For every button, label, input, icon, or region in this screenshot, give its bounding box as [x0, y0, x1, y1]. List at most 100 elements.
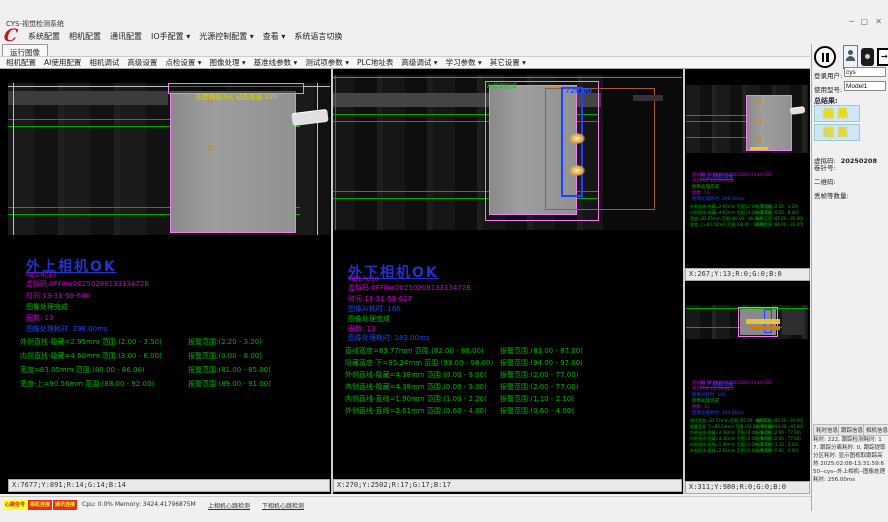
toolbar-advanced-settings[interactable]: 高级设置 [127, 57, 157, 68]
panel-tab-track-info[interactable]: 跟踪信息 [838, 424, 866, 436]
status-bar: 心跳信号 相机连接 通讯连接 Cpu: 0.0% Memory: 3424.41… [0, 496, 811, 511]
measurement-alarm: 报警范围:(89.00 - 91.00) [188, 379, 271, 389]
measurement-alarm: 报警范围:(89.00 - 91.00) [756, 222, 803, 228]
toolbar-advanced-debug[interactable]: 高级调试 ▾ [401, 57, 437, 68]
close-button[interactable]: ✕ [875, 17, 882, 27]
toolbar-camera-debug[interactable]: 相机调试 [89, 57, 119, 68]
model-input[interactable] [844, 81, 886, 91]
left-time: 时间:13-31-59-600 [26, 291, 90, 301]
menu-comm-config[interactable]: 通讯配置 [110, 31, 142, 42]
toolbar-image-process[interactable]: 图像处理 ▾ [210, 57, 246, 68]
left-barcode: 虚拟码:0FFiIiw2025020813313472B [26, 279, 149, 289]
maximize-button[interactable]: ▢ [860, 17, 868, 27]
result-box-upper: 结果 [814, 105, 860, 122]
toolbar-other-settings[interactable]: 其它设置 ▾ [490, 57, 526, 68]
app-logo-icon: C [3, 26, 19, 46]
measurement-alarm: 报警范围:(81.00 - 85.00) [188, 365, 271, 375]
result-box-lower: 结果 [814, 124, 860, 141]
menu-system-config[interactable]: 系统配置 [28, 31, 60, 42]
menu-language[interactable]: 系统语言切换 [294, 31, 342, 42]
measurement-value: 外侧直线-直线=2.61mm 范围:(0.60 - 4.00) [345, 406, 487, 416]
menu-io-config[interactable]: IO手配置 ▾ [151, 31, 190, 42]
pause-icon [822, 53, 825, 62]
blue-measure-value: 728.80 [565, 87, 592, 95]
lower-camera-heartbeat-link[interactable]: 下相机心跳检测 [262, 501, 304, 510]
left-mes-line: MES:R017 [26, 272, 56, 279]
left-elapsed: 图像处理耗时: 298.00ms [26, 324, 108, 334]
gear-icon [865, 54, 870, 59]
measurement-alarm: 报警范围:(1.10 - 2.10) [500, 394, 574, 404]
center-camera-image[interactable]: AI检测区域 728.80 [333, 75, 682, 230]
measurement-value: 外侧直线-隐藏=2.95mm 范围:(2.00 - 3.50) [20, 337, 162, 347]
measurement-alarm: 报警范围:(0.60 - 4.00) [500, 406, 574, 416]
mini-lower-camera-image[interactable] [686, 305, 808, 339]
measurement-alarm: 报警范围:(0.00 - 8.00) [188, 351, 262, 361]
mark-square [756, 137, 761, 142]
measurement-alarm: 报警范围:(2.20 - 3.20) [188, 337, 262, 347]
toolbar-spot-check[interactable]: 点检设置 ▾ [165, 57, 201, 68]
measurement-value: 宽度=83.05mm 范围:(80.00 - 86.00) [20, 365, 145, 375]
center-coord-text: X:270;Y:2502;R:17;G:17;B:17 [337, 481, 451, 489]
lost-frames-label: 丢帧等数量: [814, 190, 849, 200]
comm-status-badge: 通讯连接 [53, 500, 77, 510]
threshold-overlay: 灰度阈值:93, 动态阈值:100 [168, 83, 304, 94]
toolbar-camera-config[interactable]: 相机配置 [6, 57, 36, 68]
needle-label: 卷针号: [814, 162, 836, 172]
mini-upper-camera-image[interactable] [686, 85, 808, 153]
mark-yellow [750, 147, 768, 150]
mini1-coord-text: X:267;Y:13;R:0;G:0;B:0 [689, 270, 782, 278]
camera-status-badge: 相机连接 [28, 500, 52, 510]
highlight-spot [569, 165, 585, 176]
qr-label: 二维码: [814, 176, 836, 186]
toolbar-test-params[interactable]: 测试项参数 ▾ [305, 57, 349, 68]
mini2-coord-bar: X:311;Y:980;R:0;G:0;B:0 [685, 481, 810, 494]
pause-button[interactable] [814, 46, 836, 68]
mini2-elapsed: 图像处理耗时: 183.00ms [692, 410, 744, 416]
left-coord-bar: X:7677;Y:891;R:14;G:14;B:14 [8, 479, 330, 492]
menu-bar: 系统配置 相机配置 通讯配置 IO手配置 ▾ 光源控制配置 ▾ 查看 ▾ 系统语… [28, 28, 342, 44]
ai-region-label: AI检测区域 [487, 81, 517, 90]
measurement-value: 隐藏宽度-下=95.24mm 范围:(93.00 - 98.00) [345, 358, 493, 368]
highlight-spot [750, 326, 780, 330]
toolbar-baseline-params[interactable]: 基准线参数 ▾ [254, 57, 298, 68]
exit-button[interactable]: → [877, 48, 888, 66]
login-user-input[interactable] [844, 67, 886, 77]
measurement-value: 内侧直线-直线=1.90mm 范围:(1.00 - 2.20) [345, 394, 487, 404]
menu-camera-config[interactable]: 相机配置 [69, 31, 101, 42]
measurement-value: 内侧直线-隐藏=4.60mm 范围:(3.00 - 6.00) [20, 351, 162, 361]
toolbar: 相机配置 AI使用配置 相机调试 高级设置 点检设置 ▾ 图像处理 ▾ 基准线参… [0, 56, 810, 69]
panel-tab-camera-info[interactable]: 相机信息 [863, 424, 888, 436]
logout-arrow-icon: → [881, 53, 888, 61]
machinery-detail [633, 95, 663, 101]
minimize-button[interactable]: ─ [849, 17, 854, 27]
panel-barcode-value: 20250208 [841, 157, 877, 165]
left-result-ok: OK [90, 259, 117, 275]
measurement-value: 直线宽度=83.77mm 范围:(82.00 - 88.00) [345, 346, 484, 356]
panel-log-text[interactable]: 耗时: 222, 跟踪检测耗时: 17, 跟踪分离耗时: 0, 跟踪提取分区耗时… [813, 436, 886, 484]
measurement-value: 外侧直线-隐藏=4.38mm 范围:(0.00 - 9.00) [345, 370, 487, 380]
user-login-button[interactable] [843, 45, 858, 69]
mark-square [756, 99, 761, 104]
login-user-label: 登录用户: [814, 70, 842, 80]
left-coord-text: X:7677;Y:891;R:14;G:14;B:14 [12, 481, 126, 489]
measurement-alarm: 报警范围:(2.00 - 77.00) [500, 382, 578, 392]
toolbar-ai-config[interactable]: AI使用配置 [44, 57, 81, 68]
measurement-value: 内侧直线-隐藏=4.38mm 范围:(0.00 - 9.00) [345, 382, 487, 392]
left-turns: 圈数: 13 [26, 313, 54, 323]
toolbar-learn-params[interactable]: 学习参数 ▾ [446, 57, 482, 68]
panel-tab-time-info[interactable]: 耗时信息 [813, 424, 841, 436]
center-barcode: 虚拟码:0FFiIiw2025020813313472B [348, 283, 471, 293]
pause-icon [826, 53, 829, 62]
menu-light-config[interactable]: 光源控制配置 ▾ [199, 31, 254, 42]
toolbar-plc-table[interactable]: PLC地址表 [357, 57, 393, 68]
center-time: 时间:13-31-59-627 [348, 294, 412, 304]
upper-camera-heartbeat-link[interactable]: 上相机心跳检测 [208, 501, 250, 510]
mark-square [208, 145, 213, 150]
person-icon [848, 50, 853, 55]
left-camera-image[interactable]: 灰度阈值:93, 动态阈值:100 [8, 83, 330, 235]
mini1-elapsed: 图像处理耗时: 298.00ms [692, 196, 744, 202]
menu-view[interactable]: 查看 ▾ [263, 31, 286, 42]
app-window: CYS-视觉检测系统 ─ ▢ ✕ C 系统配置 相机配置 通讯配置 IO手配置 … [0, 0, 888, 522]
settings-button[interactable] [861, 48, 874, 66]
highlight-spot [746, 319, 780, 324]
